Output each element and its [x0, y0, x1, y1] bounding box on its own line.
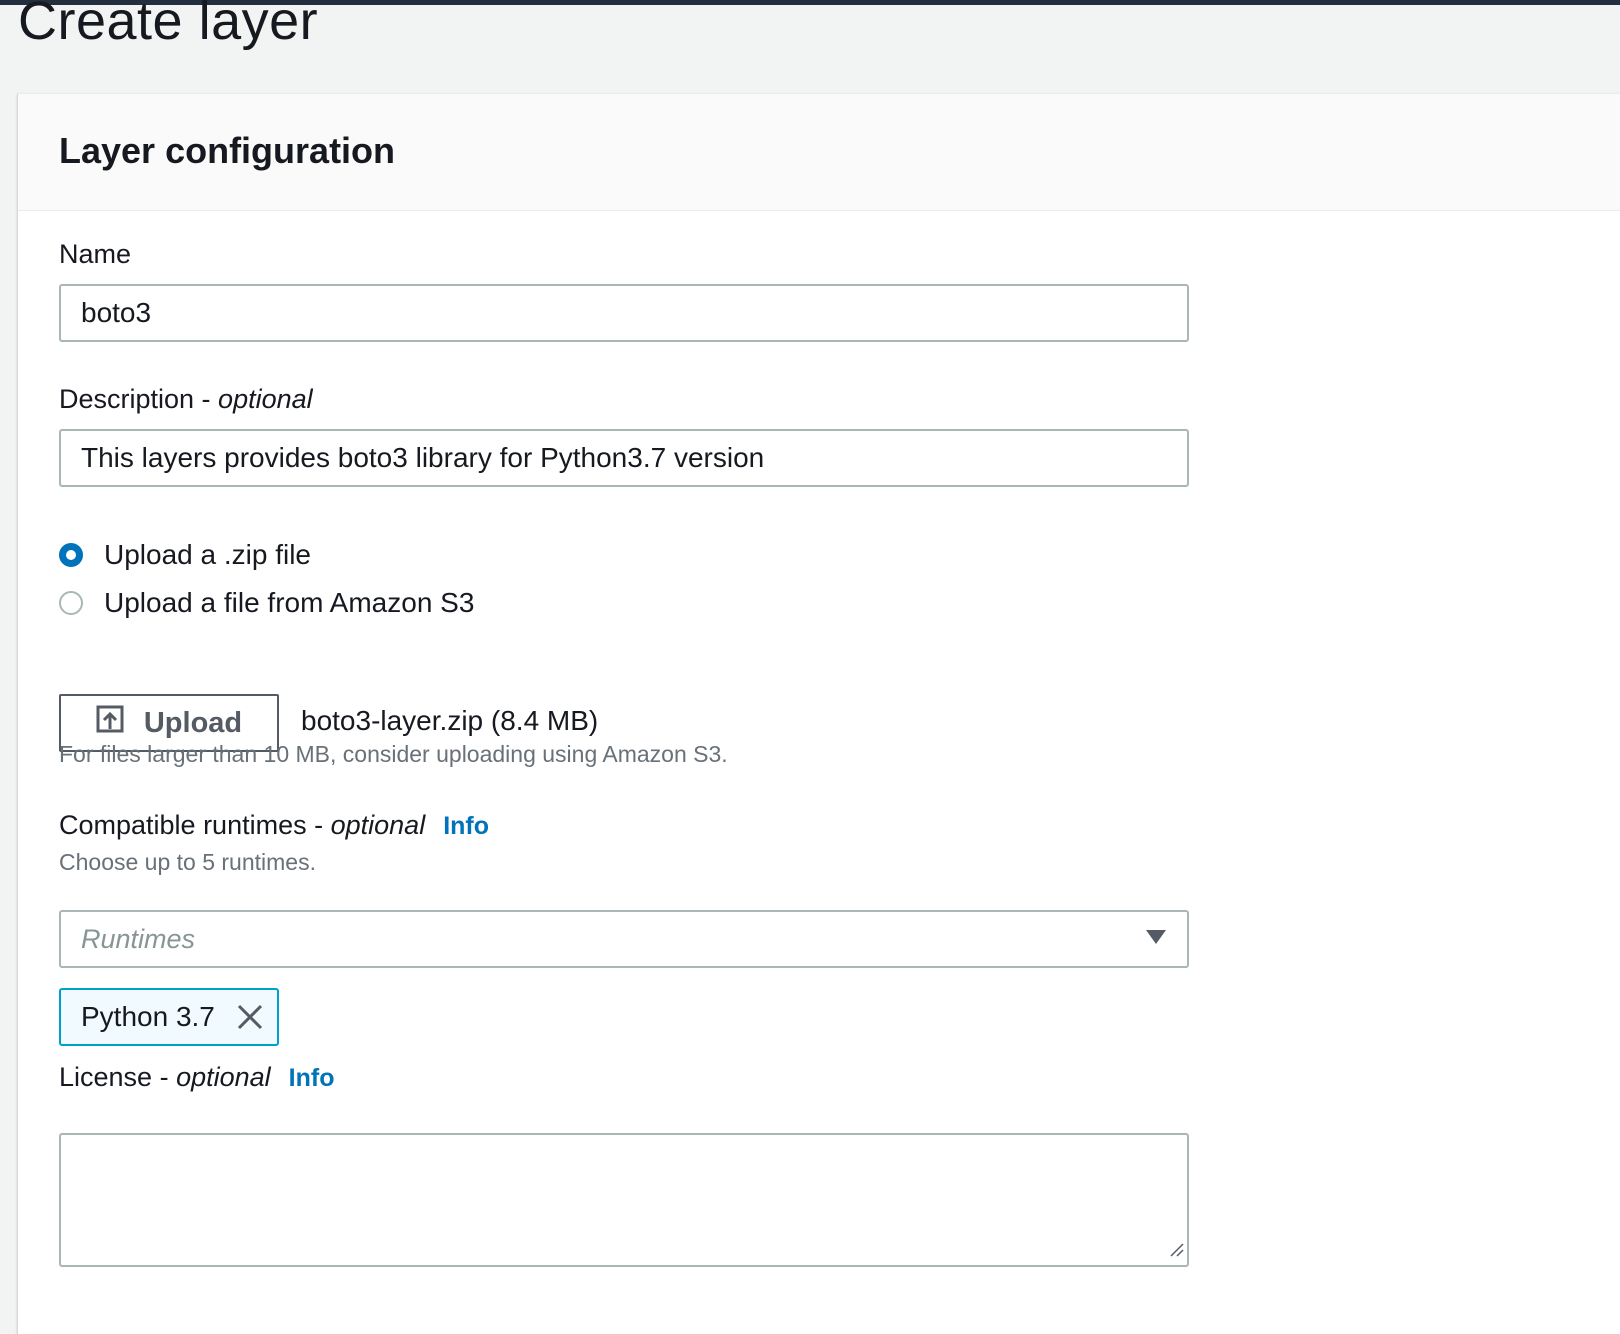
upload-icon [96, 705, 144, 741]
radio-button-selected[interactable] [59, 543, 83, 567]
radio-upload-zip-label: Upload a .zip file [104, 539, 312, 570]
upload-button-label: Upload [143, 706, 243, 739]
runtimes-label-text: Compatible runtimes - [59, 810, 331, 840]
panel-header: Layer configuration [18, 94, 1620, 211]
resize-grip-icon[interactable] [1168, 1241, 1184, 1262]
radio-upload-s3-label: Upload a file from Amazon S3 [104, 587, 475, 618]
radio-button-unselected[interactable] [59, 591, 83, 615]
name-label: Name [59, 239, 132, 269]
runtimes-placeholder: Runtimes [81, 923, 196, 954]
license-textarea[interactable] [59, 1133, 1189, 1267]
description-input[interactable]: This layers provides boto3 library for P… [59, 429, 1189, 487]
description-input-value: This layers provides boto3 library for P… [81, 442, 765, 473]
runtimes-select[interactable]: Runtimes [59, 910, 1189, 968]
close-icon[interactable] [237, 1004, 263, 1030]
runtimes-info-link[interactable]: Info [443, 812, 489, 840]
license-label-text: License - [59, 1062, 177, 1092]
panel-title: Layer configuration [59, 130, 396, 171]
page-title: Create layer [18, 0, 319, 51]
radio-upload-zip[interactable]: Upload a .zip file [59, 539, 311, 571]
name-input[interactable]: boto3 [59, 284, 1189, 342]
layer-configuration-panel: Layer configuration Name boto3 Descripti… [17, 93, 1620, 1334]
description-label: Description - optional [59, 384, 313, 415]
name-input-value: boto3 [81, 297, 152, 328]
description-label-text: Description - [59, 384, 219, 414]
description-optional-label: optional [218, 384, 313, 414]
license-optional-label: optional [176, 1062, 271, 1092]
upload-hint: For files larger than 10 MB, consider up… [59, 741, 728, 767]
runtimes-hint: Choose up to 5 runtimes. [59, 849, 316, 875]
license-info-link[interactable]: Info [289, 1064, 335, 1092]
runtimes-optional-label: optional [330, 810, 426, 840]
caret-down-icon [1145, 929, 1167, 950]
runtime-token: Python 3.7 [59, 988, 279, 1046]
runtimes-label: Compatible runtimes - optional Info [59, 810, 489, 841]
radio-upload-s3[interactable]: Upload a file from Amazon S3 [59, 587, 474, 619]
license-label: License - optional Info [59, 1062, 334, 1093]
uploaded-file-name: boto3-layer.zip (8.4 MB) [301, 705, 599, 736]
runtime-token-label: Python 3.7 [81, 1001, 215, 1032]
